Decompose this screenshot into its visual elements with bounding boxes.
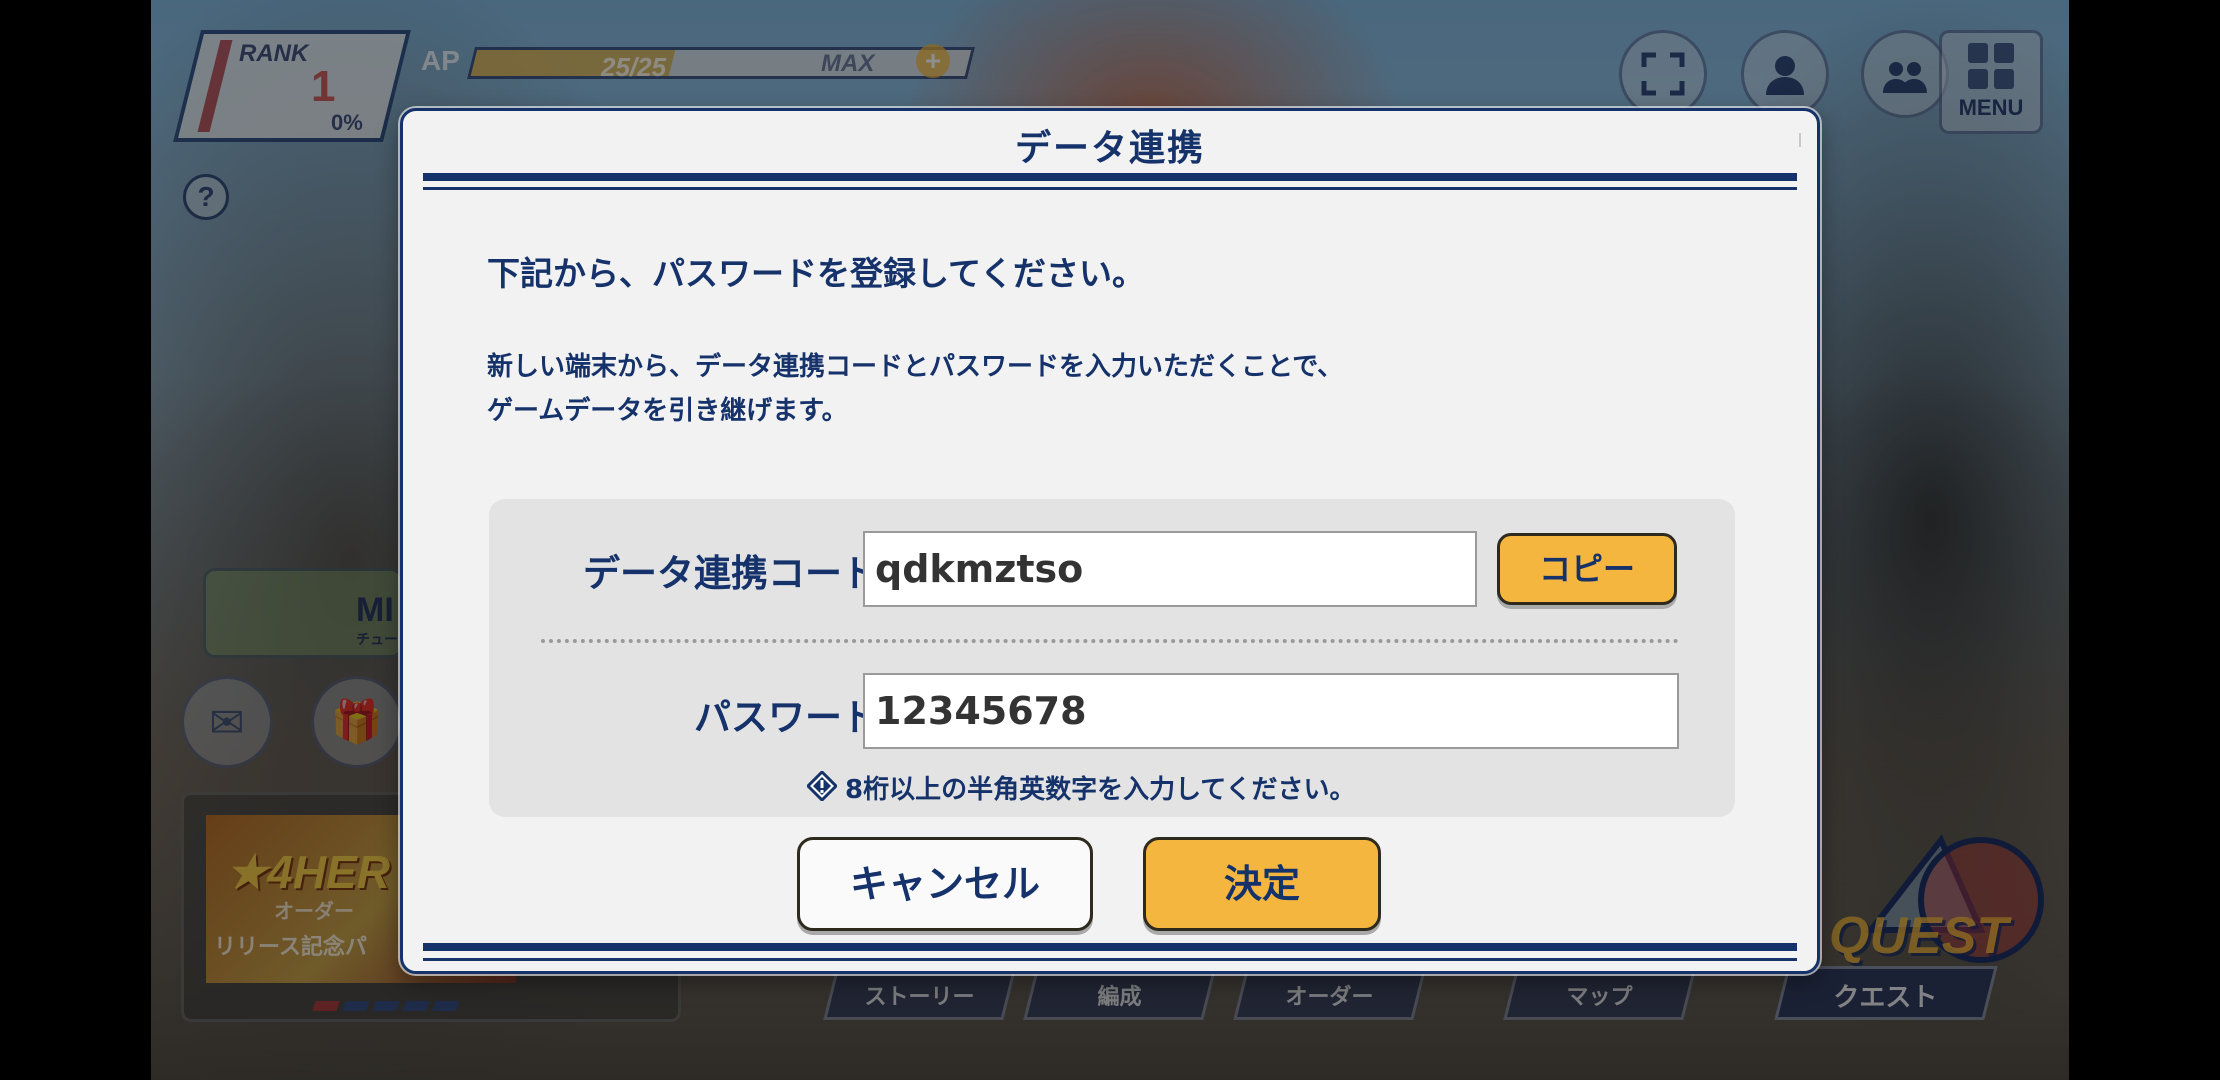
dialog-description: 新しい端末から、データ連携コードとパスワードを入力いただくことで、 ゲームデータ… <box>487 345 1343 433</box>
bottom-divider <box>423 943 1797 951</box>
password-hint: 8桁以上の半角英数字を入力してください。 <box>845 775 1356 805</box>
copy-button[interactable]: コピー <box>1497 533 1677 605</box>
title-divider <box>423 173 1797 181</box>
warning-diamond-icon <box>807 771 837 801</box>
cancel-button[interactable]: キャンセル <box>797 837 1093 931</box>
bottom-divider-thin <box>423 958 1797 961</box>
confirm-button[interactable]: 決定 <box>1143 837 1381 931</box>
dialog-title: データ連携 <box>1014 128 1205 169</box>
description-line-2: ゲームデータを引き継げます。 <box>487 396 848 426</box>
password-label: パスワード <box>694 696 879 739</box>
data-link-dialog: データ連携 下記から、パスワードを登録してください。 新しい端末から、データ連携… <box>400 108 1820 974</box>
link-code-field[interactable]: qdkmztso <box>863 531 1477 607</box>
title-divider-thin <box>423 187 1797 190</box>
password-field[interactable]: 12345678 <box>863 673 1679 749</box>
field-divider <box>541 639 1679 643</box>
form-panel: データ連携コード qdkmztso コピー パスワード 12345678 8桁以… <box>489 499 1735 817</box>
dialog-corner-mark <box>1799 133 1801 147</box>
link-code-label: データ連携コード <box>583 552 879 595</box>
description-line-1: 新しい端末から、データ連携コードとパスワードを入力いただくことで、 <box>487 352 1344 382</box>
dialog-lead-text: 下記から、パスワードを登録してください。 <box>487 254 1146 293</box>
